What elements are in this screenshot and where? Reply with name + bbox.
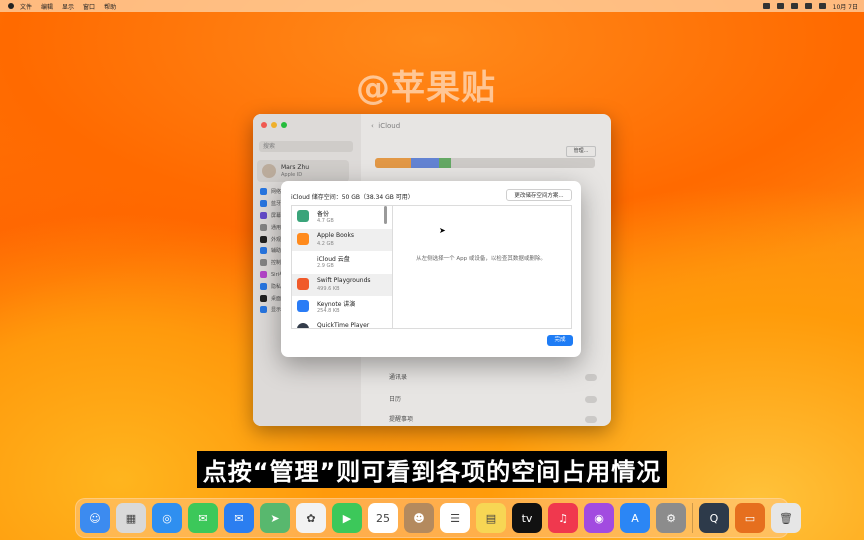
- dock: ☺ ▦ ◎ ✉ ✉ ➤ ✿ ▶ 25 ☻ ☰ ▤ tv ♫ ◉ A ⚙ Q ▭ 🗑: [75, 498, 801, 538]
- facetime-icon[interactable]: ▶: [332, 503, 362, 533]
- icloud-drive-icon: [297, 255, 309, 267]
- menu-edit[interactable]: 编辑: [41, 2, 53, 11]
- tv-icon[interactable]: tv: [512, 503, 542, 533]
- mail-icon[interactable]: ✉: [224, 503, 254, 533]
- list-item[interactable]: iCloud 云盘 2.9 GB: [292, 251, 392, 274]
- control-icon[interactable]: [762, 3, 770, 9]
- trash-icon[interactable]: 🗑: [771, 503, 801, 533]
- spotlight-icon[interactable]: [818, 3, 826, 9]
- menu-bar: 文件 编辑 显示 窗口 帮助 10月 7日: [0, 0, 864, 12]
- menu-view[interactable]: 显示: [62, 2, 74, 11]
- detail-hint: 从左侧选择一个 App 或设备，以检查其数据或删除。: [416, 256, 546, 262]
- launchpad-icon[interactable]: ▦: [116, 503, 146, 533]
- app-list[interactable]: 备份 4.7 GB Apple Books 4.2 GB iCloud 云盘 2.9 …: [291, 205, 393, 329]
- list-item[interactable]: 备份 4.7 GB: [292, 206, 392, 229]
- dock-separator: [692, 503, 693, 533]
- safari-icon[interactable]: ◎: [152, 503, 182, 533]
- dialog-title: iCloud 储存空间：50 GB（38.34 GB 可用）: [291, 194, 414, 201]
- notes-icon[interactable]: ▤: [476, 503, 506, 533]
- swift-icon: [297, 277, 309, 290]
- menu-file[interactable]: 文件: [20, 2, 32, 11]
- battery-icon[interactable]: [804, 3, 812, 9]
- list-scrollbar[interactable]: [384, 206, 387, 224]
- menubar-status: 10月 7日: [762, 2, 858, 11]
- dock-icons: ☺ ▦ ◎ ✉ ✉ ➤ ✿ ▶ 25 ☻ ☰ ▤ tv ♫ ◉ A ⚙ Q ▭ 🗑: [80, 503, 801, 533]
- watermark: @苹果贴: [356, 68, 496, 108]
- apple-menu-icon[interactable]: [8, 3, 14, 9]
- wifi-icon[interactable]: [776, 3, 784, 9]
- contacts-icon[interactable]: ☻: [404, 503, 434, 533]
- menu-window[interactable]: 窗口: [83, 2, 95, 11]
- list-item[interactable]: Apple Books 4.2 GB: [292, 228, 392, 251]
- list-item[interactable]: Keynote 讲演 254.8 KB: [292, 296, 392, 319]
- subtitle-caption: 点按“管理”则可看到各项的空间占用情况: [0, 451, 864, 488]
- change-plan-button[interactable]: 更改储存空间方案...: [506, 189, 572, 201]
- input-source-icon[interactable]: [790, 3, 798, 9]
- system-settings-icon[interactable]: ⚙: [656, 503, 686, 533]
- detail-pane: 从左侧选择一个 App 或设备，以检查其数据或删除。: [391, 205, 572, 329]
- messages-icon[interactable]: ✉: [188, 503, 218, 533]
- calendar-icon[interactable]: 25: [368, 503, 398, 533]
- list-item[interactable]: Swift Playgrounds 499.6 KB: [292, 273, 392, 296]
- finder-icon[interactable]: ☺: [80, 503, 110, 533]
- photos-icon[interactable]: ✿: [296, 503, 326, 533]
- app-store-icon[interactable]: A: [620, 503, 650, 533]
- icloud-storage-dialog: iCloud 储存空间：50 GB（38.34 GB 可用） 更改储存空间方案.…: [281, 181, 581, 357]
- keynote-icon: [297, 300, 309, 312]
- backup-icon: [297, 210, 309, 222]
- menu-help[interactable]: 帮助: [104, 2, 116, 11]
- maps-icon[interactable]: ➤: [260, 503, 290, 533]
- folder-icon[interactable]: ▭: [735, 503, 765, 533]
- podcasts-icon[interactable]: ◉: [584, 503, 614, 533]
- done-button[interactable]: 完成: [547, 335, 573, 346]
- mouse-cursor-icon: ➤: [439, 226, 446, 235]
- list-item[interactable]: QuickTime Player: [292, 319, 392, 328]
- music-icon[interactable]: ♫: [548, 503, 578, 533]
- quicktime-list-icon: [297, 322, 309, 328]
- clock[interactable]: 10月 7日: [833, 2, 858, 11]
- quicktime-icon[interactable]: Q: [699, 503, 729, 533]
- books-icon: [297, 232, 309, 245]
- reminders-icon[interactable]: ☰: [440, 503, 470, 533]
